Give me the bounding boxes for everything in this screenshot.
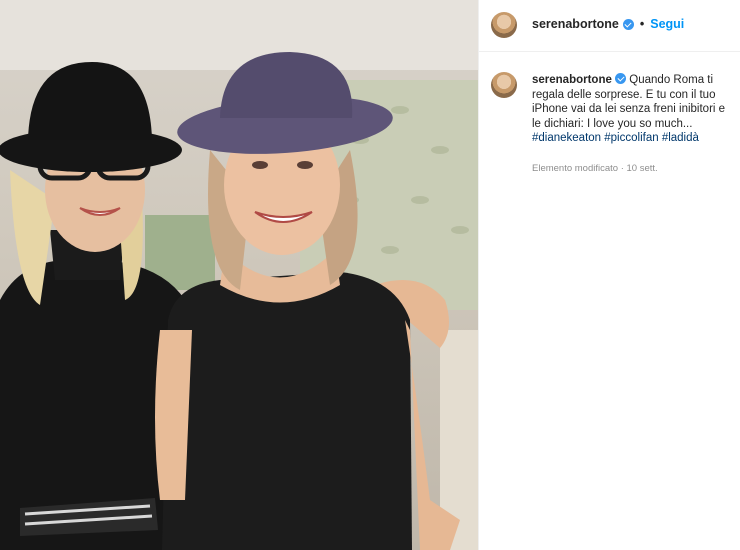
- hashtag-link[interactable]: #ladidà: [662, 132, 699, 144]
- hashtag-link[interactable]: #piccolifan: [604, 132, 658, 144]
- caption-meta: Elemento modificato · 10 sett.: [532, 163, 658, 174]
- username-link[interactable]: serenabortone: [532, 17, 619, 31]
- ceiling: [0, 0, 478, 70]
- hashtag-link[interactable]: #dianekeaton: [532, 132, 601, 144]
- verified-badge-icon: [622, 18, 634, 30]
- separator-dot: •: [639, 17, 645, 31]
- photo-illustration: [0, 0, 478, 550]
- caption-avatar[interactable]: [491, 72, 517, 98]
- caption-username-link[interactable]: serenabortone: [532, 74, 612, 86]
- verified-badge-icon: [615, 73, 627, 84]
- header-user-row: serenabortone • Segui: [532, 17, 684, 31]
- caption-text-block: serenabortone Quando Roma ti regala dell…: [532, 73, 732, 146]
- post-sidebar: serenabortone • Segui serenabortone Quan…: [478, 0, 740, 550]
- follow-button[interactable]: Segui: [650, 17, 684, 31]
- post-header: serenabortone • Segui: [479, 0, 740, 52]
- avatar[interactable]: [491, 12, 517, 38]
- post-photo[interactable]: [0, 0, 478, 550]
